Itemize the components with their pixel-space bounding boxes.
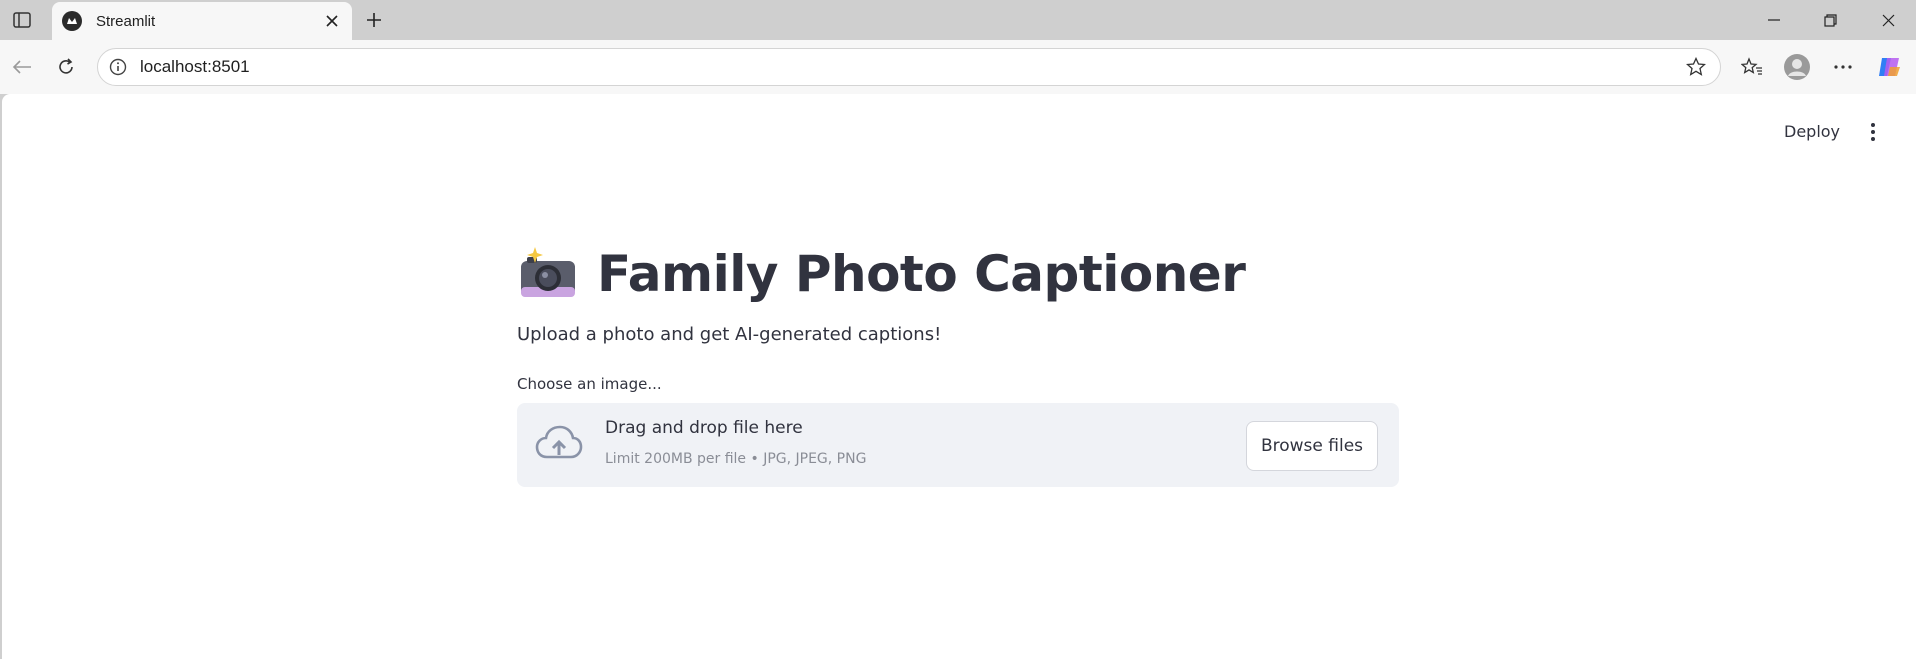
profile-icon[interactable] [1780,51,1814,83]
deploy-button[interactable]: Deploy [1778,118,1846,145]
browser-tab[interactable]: Streamlit [52,2,352,40]
file-dropzone[interactable]: Drag and drop file here Limit 200MB per … [517,403,1399,487]
streamlit-icon [62,11,82,31]
browser-tab-strip: Streamlit [0,0,1916,40]
dropzone-limit: Limit 200MB per file • JPG, JPEG, PNG [605,451,867,467]
copilot-icon[interactable] [1872,51,1906,83]
browser-toolbar: localhost:8501 [0,40,1916,94]
camera-flash-emoji [521,247,575,297]
streamlit-page: Deploy Family Photo Captioner Upload a p… [2,94,1916,659]
tab-title: Streamlit [96,12,156,30]
star-icon[interactable] [1682,53,1710,81]
browse-files-button[interactable]: Browse files [1246,421,1378,471]
restore-icon[interactable] [1802,0,1858,40]
url-text[interactable]: localhost:8501 [140,57,1682,77]
dropzone-instruction: Drag and drop file here [605,418,803,438]
main-content: Family Photo Captioner Upload a photo an… [517,234,1399,487]
more-icon[interactable] [1826,51,1860,83]
kebab-menu-icon[interactable] [1862,118,1884,146]
favorites-icon[interactable] [1735,51,1769,83]
back-arrow-icon[interactable] [6,51,38,83]
uploader-label: Choose an image... [517,375,662,393]
title-text: Family Photo Captioner [597,245,1246,303]
cloud-upload-icon [535,425,583,459]
address-bar[interactable]: localhost:8501 [97,48,1721,86]
info-icon[interactable] [108,57,128,77]
reload-icon[interactable] [50,51,82,83]
minimize-icon[interactable] [1746,0,1802,40]
tab-actions-icon[interactable] [8,8,36,32]
page-title: Family Photo Captioner [517,234,1399,314]
close-icon[interactable] [318,7,346,35]
subtitle-text: Upload a photo and get AI-generated capt… [517,324,942,345]
plus-icon[interactable] [360,6,388,34]
close-window-icon[interactable] [1860,0,1916,40]
